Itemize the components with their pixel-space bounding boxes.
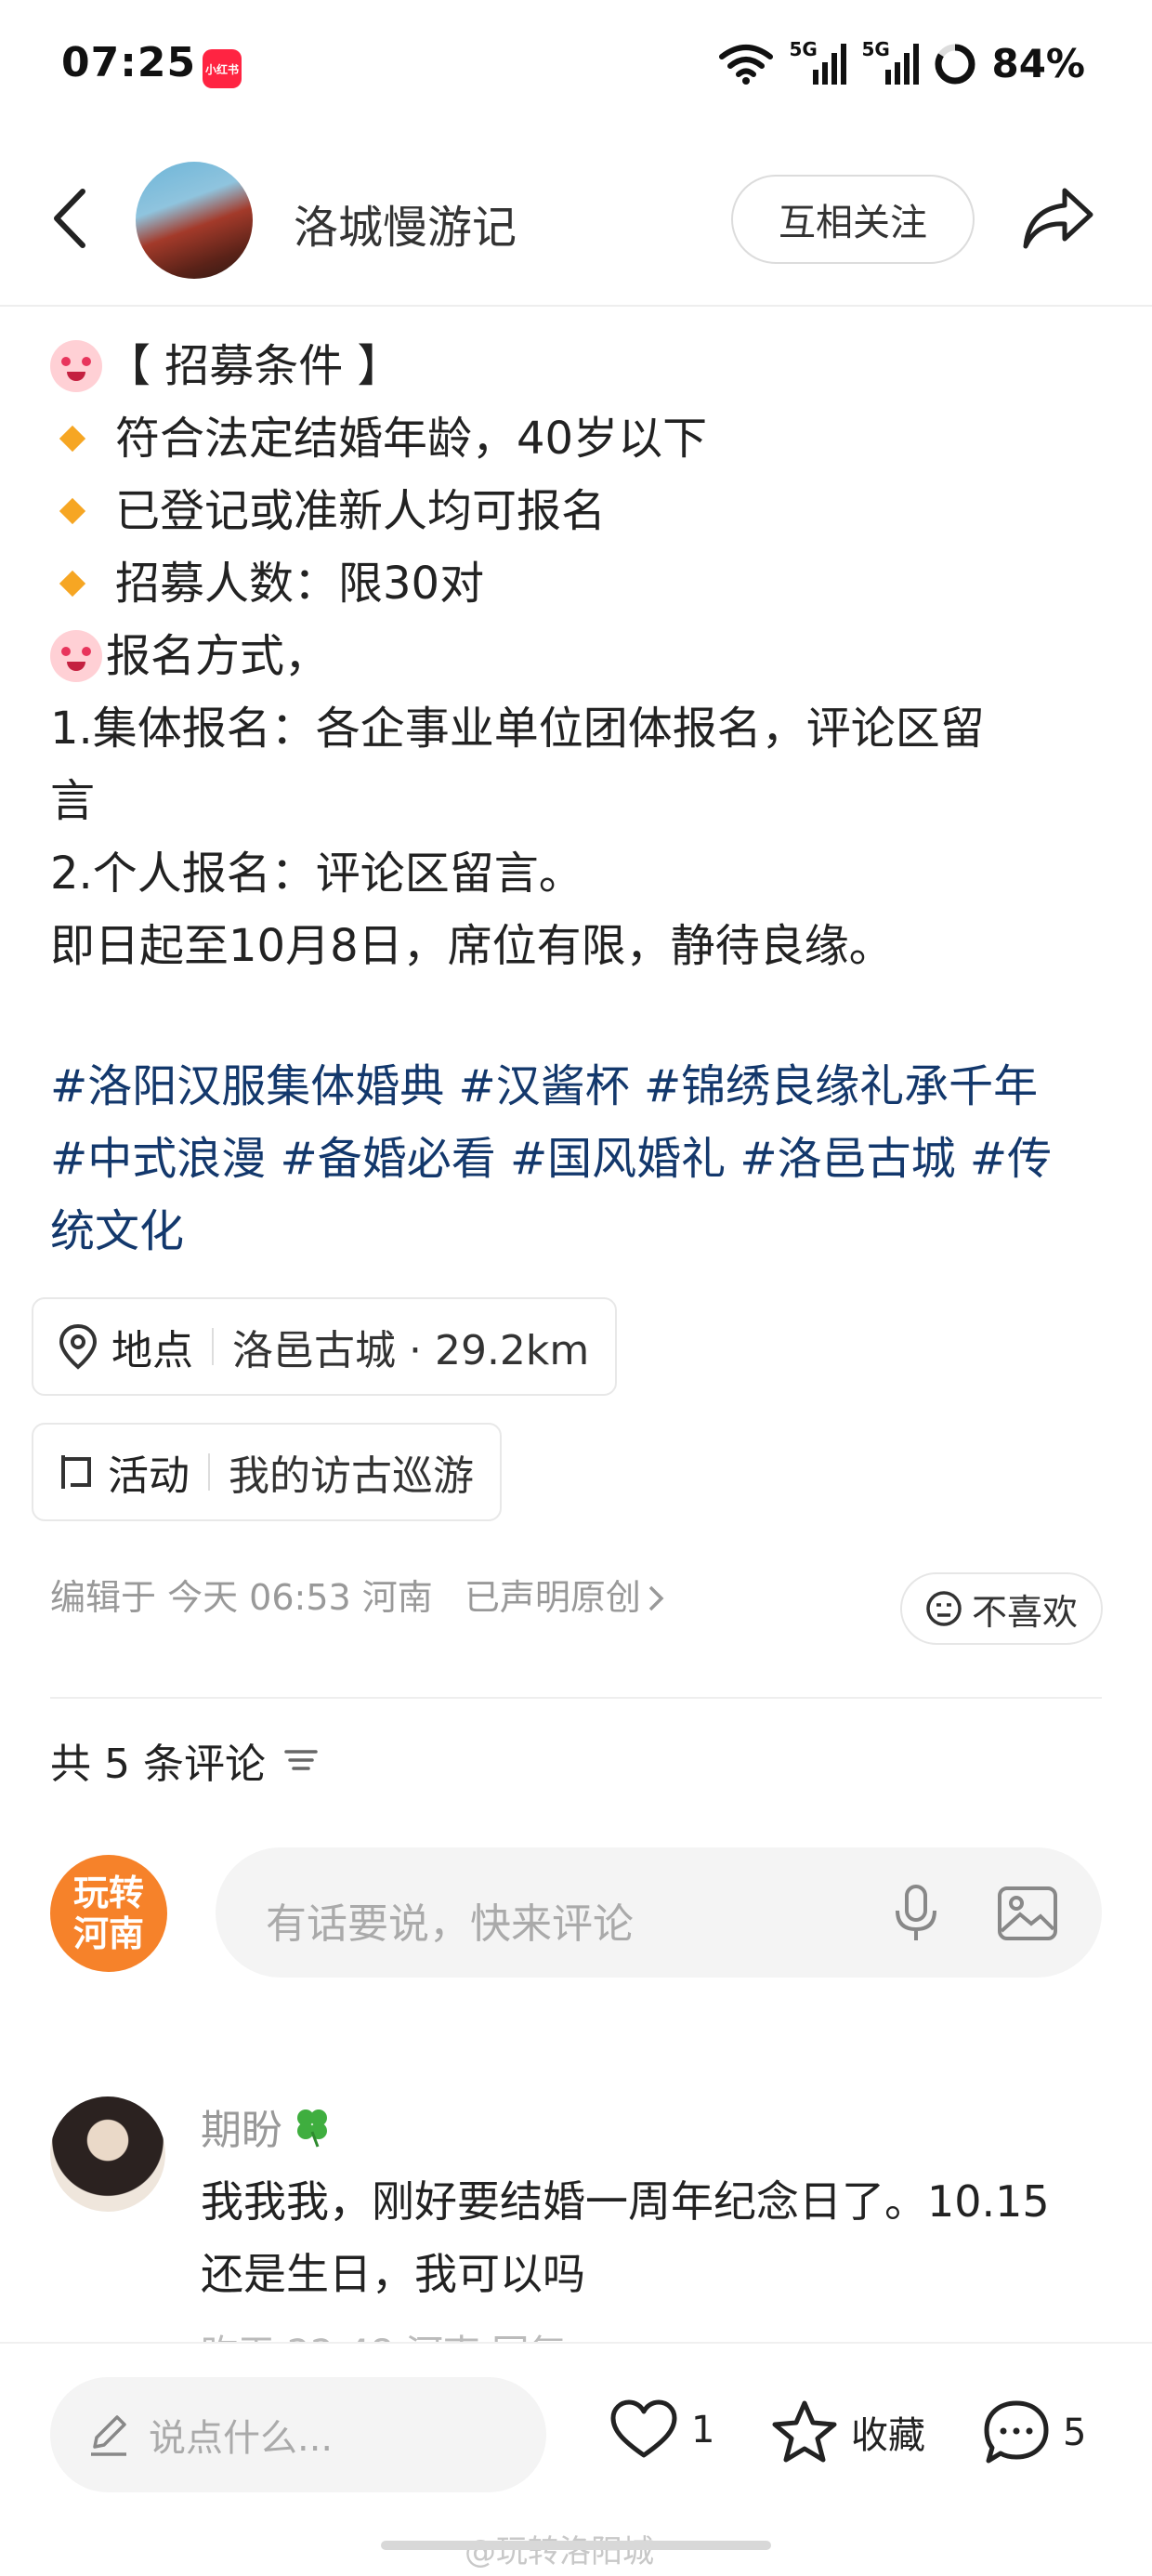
chat-bubble-icon xyxy=(984,2400,1049,2464)
location-label: 地点 xyxy=(111,1327,193,1374)
original-declaration[interactable]: 已声明原创 xyxy=(465,1577,665,1618)
comment-count: 5 xyxy=(1063,2412,1087,2454)
post-line: 招募人数：限30对 xyxy=(50,547,1119,620)
post-header: 洛城慢游记 互相关注 xyxy=(0,139,1152,307)
comment-placeholder: 有话要说，快来评论 xyxy=(266,1900,634,1948)
location-pin-icon xyxy=(59,1323,98,1370)
frown-face-icon xyxy=(926,1591,962,1626)
comment-count-label: 共 5 条评论 xyxy=(50,1741,266,1788)
bottom-action-bar: 说点什么... 1 收藏 5 @玩转洛阳城 xyxy=(0,2342,1152,2576)
diamond-bullet-icon xyxy=(59,570,86,598)
like-count: 1 xyxy=(691,2409,715,2451)
comment-username[interactable]: 期盼 xyxy=(201,2096,334,2156)
chip-divider xyxy=(208,1453,210,1491)
activity-label: 活动 xyxy=(108,1452,190,1500)
section-divider xyxy=(50,1697,1102,1699)
comments-header: 共 5 条评论 xyxy=(50,1730,320,1790)
say-placeholder: 说点什么... xyxy=(149,2417,334,2460)
image-icon[interactable] xyxy=(996,1885,1059,1942)
chip-divider xyxy=(212,1328,214,1365)
signal-icon: 5G xyxy=(789,38,847,86)
share-button[interactable] xyxy=(1016,177,1100,260)
pencil-icon xyxy=(91,2415,126,2456)
say-something-input[interactable]: 说点什么... xyxy=(50,2377,546,2492)
location-chip[interactable]: 地点 洛邑古城 · 29.2km xyxy=(32,1297,618,1396)
collect-button[interactable]: 收藏 xyxy=(771,2399,925,2464)
like-button[interactable]: 1 xyxy=(609,2399,714,2461)
chevron-left-icon xyxy=(54,189,85,248)
author-avatar[interactable] xyxy=(136,162,253,279)
star-icon xyxy=(772,2400,837,2463)
post-content: 【 招募条件 】 符合法定结婚年龄，40岁以下 已登记或准新人均可报名 招募人数… xyxy=(50,330,1119,982)
surprised-emoji-icon xyxy=(50,630,102,682)
hashtag-line[interactable]: 统文化 xyxy=(50,1195,1119,1268)
clover-icon xyxy=(297,2109,327,2148)
post-line: 符合法定结婚年龄，40岁以下 xyxy=(50,402,1119,475)
comment-input[interactable]: 有话要说，快来评论 xyxy=(216,1847,1102,1978)
status-bar: 07:25 小红书 5G 5G 84% xyxy=(0,0,1152,139)
battery-ring-icon xyxy=(935,44,975,84)
comment-meta-partial: 昨天 22:48 河南 回复 xyxy=(201,2323,566,2344)
my-avatar: 玩转 河南 xyxy=(50,1855,167,1972)
diamond-bullet-icon xyxy=(59,497,86,525)
activity-flag-icon xyxy=(61,1455,91,1489)
microphone-icon[interactable] xyxy=(890,1883,942,1944)
hashtag-line[interactable]: #洛阳汉服集体婚典 #汉酱杯 #锦绣良缘礼承千年 xyxy=(50,1050,1119,1123)
post-meta: 编辑于 今天 06:53 河南 已声明原创 xyxy=(50,1569,686,1620)
home-indicator[interactable] xyxy=(381,2541,771,2550)
collect-label: 收藏 xyxy=(851,2414,925,2457)
commenter-avatar[interactable] xyxy=(50,2096,165,2212)
post-line: 2.个人报名：评论区留言。 xyxy=(50,848,583,900)
post-line: 报名方式， xyxy=(50,620,1119,692)
post-line: 1.集体报名：各企事业单位团体报名，评论区留 xyxy=(50,703,985,755)
activity-value: 我的访古巡游 xyxy=(229,1452,474,1500)
post-line: 言 xyxy=(50,775,96,827)
dislike-button[interactable]: 不喜欢 xyxy=(900,1572,1103,1645)
comment-button[interactable]: 5 xyxy=(983,2399,1086,2466)
signal-icon-2: 5G xyxy=(861,38,920,86)
wifi-icon xyxy=(719,44,774,85)
sort-filter-icon[interactable] xyxy=(282,1746,320,1774)
edited-info: 编辑于 今天 06:53 河南 xyxy=(50,1577,433,1618)
location-value: 洛邑古城 · 29.2km xyxy=(232,1327,590,1374)
comment-text: 我我我，刚好要结婚一周年纪念日了。10.15 还是生日，我可以吗 xyxy=(201,2176,1050,2299)
status-time: 07:25 xyxy=(61,39,197,86)
post-line: 【 招募条件 】 xyxy=(50,330,1119,402)
follow-button[interactable]: 互相关注 xyxy=(731,175,975,264)
post-line: 已登记或准新人均可报名 xyxy=(50,475,1119,547)
chevron-right-icon xyxy=(648,1585,664,1611)
author-name[interactable]: 洛城慢游记 xyxy=(294,191,517,256)
app-badge-icon: 小红书 xyxy=(203,49,242,88)
status-icons: 5G 5G 84% xyxy=(718,38,1085,86)
share-arrow-icon xyxy=(1023,188,1093,249)
back-button[interactable] xyxy=(37,181,102,256)
dislike-label: 不喜欢 xyxy=(971,1591,1078,1633)
battery-level: 84% xyxy=(991,41,1085,86)
love-eyes-emoji-icon xyxy=(50,340,102,392)
hashtag-list: #洛阳汉服集体婚典 #汉酱杯 #锦绣良缘礼承千年 #中式浪漫 #备婚必看 #国风… xyxy=(50,1050,1119,1268)
post-line: 即日起至10月8日，席位有限，静待良缘。 xyxy=(50,920,894,972)
heart-icon xyxy=(610,2399,677,2458)
hashtag-line[interactable]: #中式浪漫 #备婚必看 #国风婚礼 #洛邑古城 #传 xyxy=(50,1123,1119,1195)
activity-chip[interactable]: 活动 我的访古巡游 xyxy=(32,1423,502,1521)
diamond-bullet-icon xyxy=(59,425,86,453)
